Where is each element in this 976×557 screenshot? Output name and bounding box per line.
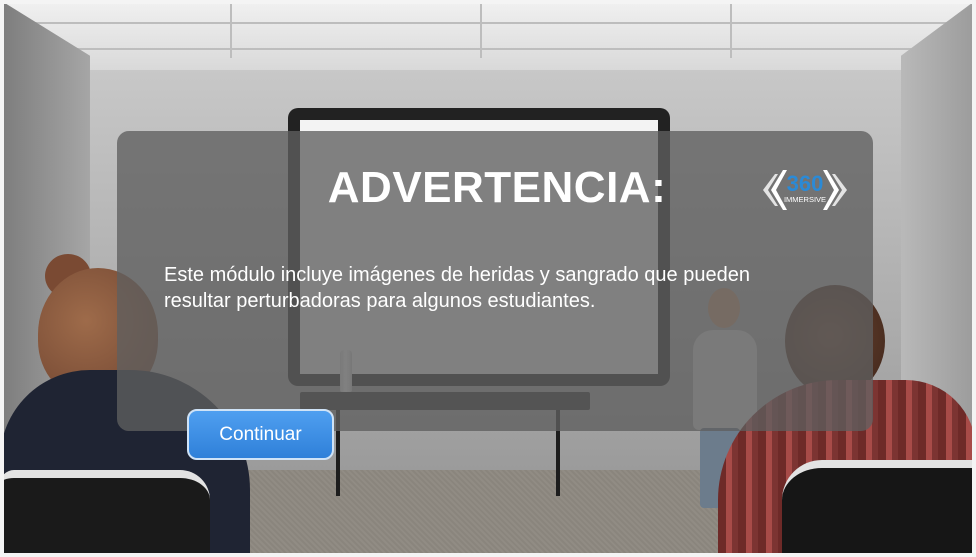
chair-left	[0, 470, 210, 557]
logo-360-immersive: 360 IMMERSIVE	[763, 170, 847, 210]
continue-button[interactable]: Continuar	[187, 409, 334, 460]
logo-number: 360	[787, 171, 824, 196]
logo-word: IMMERSIVE	[784, 195, 826, 204]
chair-right	[782, 460, 976, 557]
ceiling	[0, 0, 976, 70]
warning-message: Este módulo incluye imágenes de heridas …	[164, 264, 750, 312]
